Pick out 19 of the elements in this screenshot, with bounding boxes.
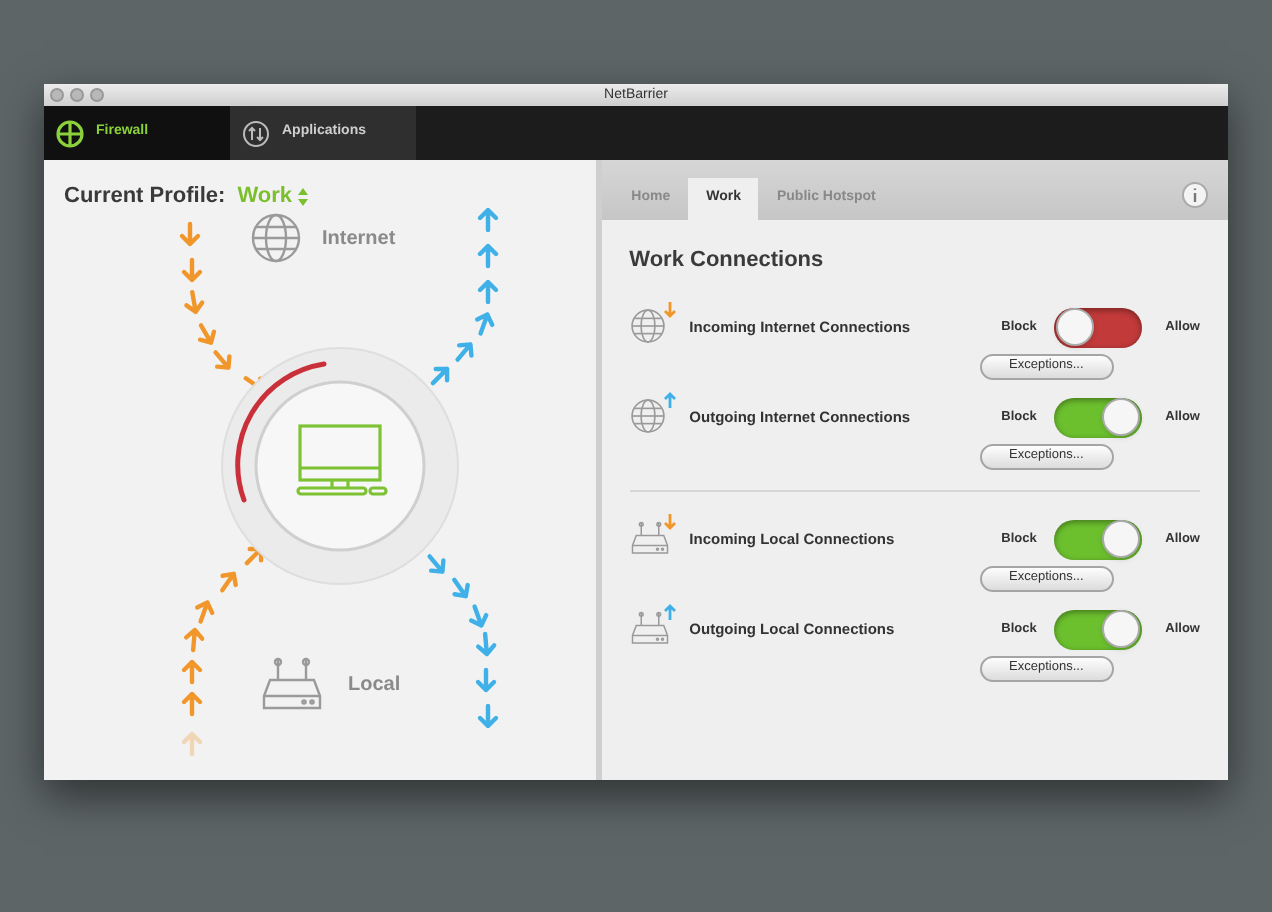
profile-label: Current Profile: bbox=[64, 182, 226, 212]
toggle-switch[interactable] bbox=[1053, 609, 1142, 649]
toggle-switch[interactable] bbox=[1053, 307, 1142, 347]
globe-icon bbox=[629, 307, 666, 343]
globe-icon bbox=[629, 397, 666, 433]
crosshair-globe-icon bbox=[56, 119, 84, 147]
router-icon bbox=[260, 656, 324, 712]
globe-icon bbox=[250, 212, 302, 264]
info-icon[interactable] bbox=[1182, 182, 1208, 208]
toggle-switch[interactable] bbox=[1053, 397, 1142, 437]
toggle-switch[interactable] bbox=[1053, 519, 1142, 559]
local-label: Local bbox=[348, 671, 401, 699]
router-icon bbox=[629, 609, 670, 645]
internet-label: Internet bbox=[322, 225, 396, 253]
up-down-arrows-icon bbox=[242, 119, 270, 147]
stepper-icon bbox=[298, 187, 308, 206]
router-icon bbox=[629, 519, 670, 555]
computer-icon bbox=[296, 424, 388, 496]
section-title: Work Connections bbox=[629, 246, 826, 276]
